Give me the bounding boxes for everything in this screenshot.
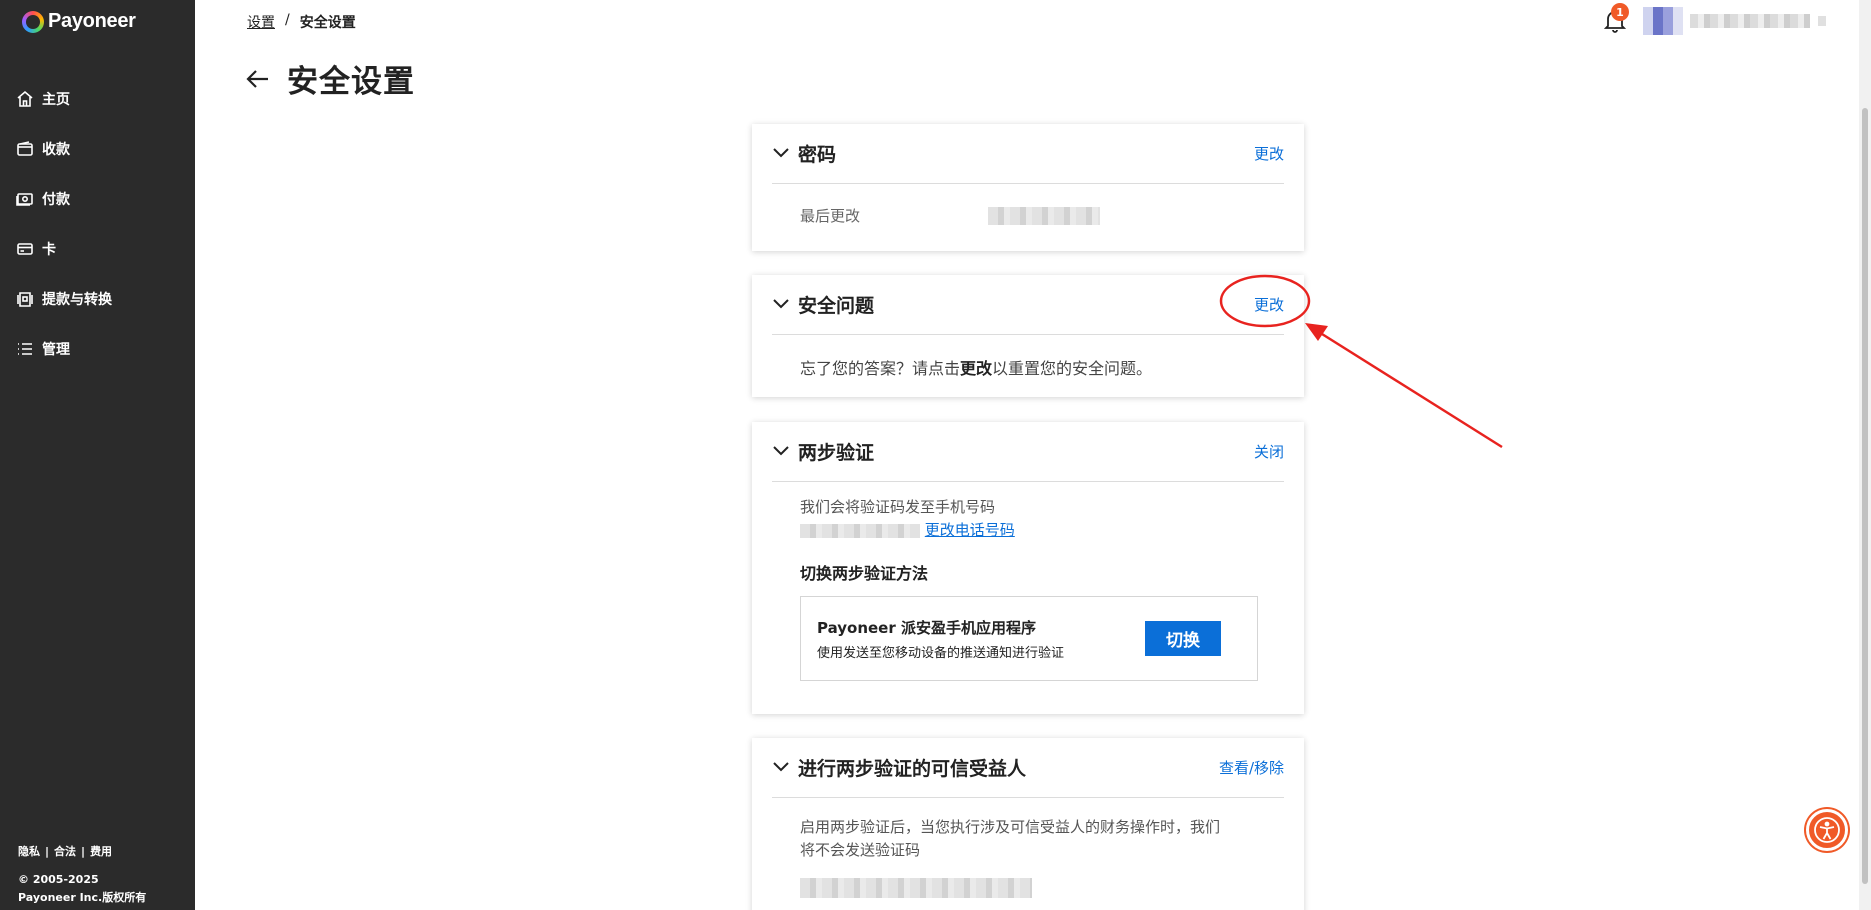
sidebar-footer: 隐私 | 合法 | 费用 © 2005-2025 Payoneer Inc.版权所有 xyxy=(18,843,146,907)
withdraw-icon xyxy=(16,290,34,308)
change-phone-link[interactable]: 更改电话号码 xyxy=(925,521,1015,539)
trusted-beneficiary-row xyxy=(800,876,1256,899)
breadcrumb: 设置 / 安全设置 xyxy=(247,12,356,32)
wallet-icon xyxy=(16,140,34,158)
annotation-arrowhead xyxy=(1305,323,1328,341)
trusted-title: 进行两步验证的可信受益人 xyxy=(798,758,1027,780)
password-title: 密码 xyxy=(798,144,837,166)
sidebar-item-cards[interactable]: 卡 xyxy=(0,224,195,274)
security-question-card-body: 忘了您的答案？请点击更改以重置您的安全问题。 xyxy=(752,335,1304,379)
password-change-link[interactable]: 更改 xyxy=(1254,143,1284,164)
security-question-change-link[interactable]: 更改 xyxy=(1254,294,1284,315)
sidebar-item-label: 提款与转换 xyxy=(42,292,112,308)
home-icon xyxy=(16,90,34,108)
notification-badge: 1 xyxy=(1611,3,1629,21)
trusted-desc-line2: 将不会发送验证码 xyxy=(800,841,921,859)
sidebar-item-receive[interactable]: 收款 xyxy=(0,124,195,174)
list-icon xyxy=(16,340,34,358)
phone-number-redacted xyxy=(800,523,920,538)
method-info: Payoneer 派安盈手机应用程序 使用发送至您移动设备的推送通知进行验证 xyxy=(817,617,1064,661)
chevron-down-icon xyxy=(772,442,790,461)
security-question-hint: 忘了您的答案？请点击 xyxy=(800,359,961,378)
trusted-toggle[interactable]: 进行两步验证的可信受益人 xyxy=(772,754,1026,781)
sidebar-item-label: 付款 xyxy=(42,192,70,208)
copyright-years: © 2005-2025 xyxy=(18,873,99,886)
security-question-card-header: 安全问题 更改 xyxy=(772,275,1284,335)
sidebar-item-withdraw[interactable]: 提款与转换 xyxy=(0,274,195,324)
footer-links: 隐私 | 合法 | 费用 xyxy=(18,843,146,861)
accessibility-icon xyxy=(1814,817,1840,843)
legal-link[interactable]: 合法 xyxy=(54,845,76,858)
trusted-card-body: 启用两步验证后，当您执行涉及可信受益人的财务操作时，我们 将不会发送验证码 xyxy=(752,798,1304,899)
sidebar-item-label: 收款 xyxy=(42,142,70,158)
footer-separator: | xyxy=(81,845,86,858)
switch-method-button[interactable]: 切换 xyxy=(1145,621,1221,656)
payoneer-logo[interactable]: Payoneer xyxy=(22,10,136,33)
two-step-card-header: 两步验证 关闭 xyxy=(772,422,1284,482)
account-name-redacted[interactable] xyxy=(1690,14,1826,28)
trusted-beneficiaries-card: 进行两步验证的可信受益人 查看/移除 启用两步验证后，当您执行涉及可信受益人的财… xyxy=(752,738,1304,910)
chevron-down-icon xyxy=(772,295,790,314)
security-question-toggle[interactable]: 安全问题 xyxy=(772,291,874,318)
trusted-card-header: 进行两步验证的可信受益人 查看/移除 xyxy=(772,738,1284,798)
method-description: 使用发送至您移动设备的推送通知进行验证 xyxy=(817,645,1065,661)
last-changed-value-redacted xyxy=(988,206,1101,225)
card-icon xyxy=(16,240,34,258)
trusted-desc-line1: 启用两步验证后，当您执行涉及可信受益人的财务操作时，我们 xyxy=(800,818,1221,836)
security-question-hint-tail: 以重置您的安全问题。 xyxy=(992,359,1153,378)
back-arrow-icon[interactable] xyxy=(245,66,271,92)
sidebar: Payoneer 主页 收款 付款 卡 提款与转换 管理 隐私 | 合法 | 费用 xyxy=(0,0,195,910)
footer-separator: | xyxy=(45,845,50,858)
two-step-intro: 我们会将验证码发至手机号码 xyxy=(800,498,996,516)
password-toggle[interactable]: 密码 xyxy=(772,140,836,167)
switch-method-heading: 切换两步验证方法 xyxy=(800,564,929,583)
two-step-toggle[interactable]: 两步验证 xyxy=(772,438,874,465)
method-title: Payoneer 派安盈手机应用程序 xyxy=(817,618,1036,637)
trusted-beneficiary-redacted xyxy=(800,877,1032,898)
two-step-title: 两步验证 xyxy=(798,442,875,464)
breadcrumb-settings-link[interactable]: 设置 xyxy=(247,12,275,32)
phone-row: 更改电话号码 xyxy=(800,519,1256,540)
trusted-view-remove-link[interactable]: 查看/移除 xyxy=(1219,757,1284,778)
sidebar-item-label: 卡 xyxy=(42,242,56,258)
security-question-hint-bold: 更改 xyxy=(960,359,993,378)
annotation-arrow-line xyxy=(1321,332,1503,449)
sidebar-nav: 主页 收款 付款 卡 提款与转换 管理 xyxy=(0,74,195,374)
sidebar-item-pay[interactable]: 付款 xyxy=(0,174,195,224)
two-step-card: 两步验证 关闭 我们会将验证码发至手机号码 更改电话号码 切换两步验证方法 Pa… xyxy=(752,422,1304,714)
breadcrumb-current: 安全设置 xyxy=(299,15,356,31)
sidebar-item-manage[interactable]: 管理 xyxy=(0,324,195,374)
avatar[interactable] xyxy=(1643,7,1683,35)
two-step-card-body: 我们会将验证码发至手机号码 更改电话号码 切换两步验证方法 Payoneer 派… xyxy=(752,496,1304,681)
payoneer-logo-icon xyxy=(22,10,44,33)
password-card-header: 密码 更改 xyxy=(772,124,1284,184)
accessibility-button[interactable] xyxy=(1806,809,1848,851)
chevron-down-icon xyxy=(772,144,790,163)
security-question-title: 安全问题 xyxy=(798,295,875,317)
two-step-disable-link[interactable]: 关闭 xyxy=(1254,441,1284,462)
sidebar-item-label: 主页 xyxy=(42,92,70,108)
copyright-owner: Payoneer Inc.版权所有 xyxy=(18,891,147,904)
password-card: 密码 更改 最后更改 xyxy=(752,124,1304,251)
brand-name: Payoneer xyxy=(48,10,136,32)
scrollbar-track[interactable] xyxy=(1859,0,1871,910)
sidebar-item-home[interactable]: 主页 xyxy=(0,74,195,124)
privacy-link[interactable]: 隐私 xyxy=(18,845,40,858)
security-question-card: 安全问题 更改 忘了您的答案？请点击更改以重置您的安全问题。 xyxy=(752,275,1304,397)
sidebar-item-label: 管理 xyxy=(42,342,70,358)
page-title: 安全设置 xyxy=(287,64,415,100)
cash-icon xyxy=(16,190,34,208)
fees-link[interactable]: 费用 xyxy=(90,845,112,858)
breadcrumb-separator: / xyxy=(285,12,290,28)
password-card-body: 最后更改 xyxy=(752,184,1304,226)
chevron-down-icon xyxy=(772,758,790,777)
method-option: Payoneer 派安盈手机应用程序 使用发送至您移动设备的推送通知进行验证 切… xyxy=(800,596,1258,681)
last-changed-label: 最后更改 xyxy=(800,207,861,225)
scrollbar-thumb[interactable] xyxy=(1862,108,1868,884)
page-header: 安全设置 xyxy=(245,56,415,101)
